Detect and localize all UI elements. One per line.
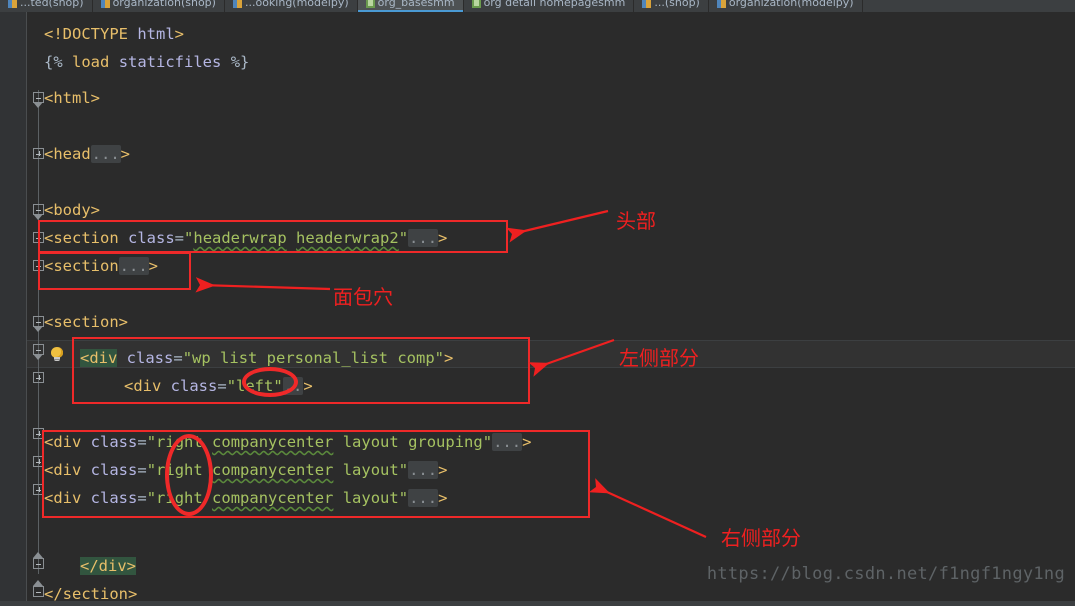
annotation-label-header: 头部	[616, 209, 656, 233]
editor-tab-bar[interactable]: ...ted(shop) organization(shop) ...ookin…	[0, 0, 1075, 12]
annotation-box-breadcrumb	[38, 252, 191, 290]
tab-label: organization(shop)	[112, 0, 216, 9]
tab-label: ...(shop)	[654, 0, 700, 9]
annotation-box-right	[42, 430, 590, 518]
watermark: https://blog.csdn.net/f1ngf1ngy1ng	[706, 564, 1065, 584]
template-file-icon	[471, 0, 481, 8]
html-file-icon	[642, 0, 652, 8]
editor-bottom-bar	[0, 601, 1075, 606]
tab-1[interactable]: organization(shop)	[93, 0, 225, 12]
html-file-icon	[716, 0, 726, 8]
annotation-ellipse-left-class	[242, 367, 298, 397]
code-line-5[interactable]: <head...>	[44, 140, 130, 168]
tab-label: ...ted(shop)	[20, 0, 84, 9]
tab-label: organization(modelpy)	[728, 0, 854, 9]
annotation-label-breadcrumb: 面包穴	[333, 285, 393, 309]
tab-label: org detail homepagesmm	[483, 0, 626, 9]
annotation-box-left	[72, 337, 530, 404]
annotation-label-left: 左侧部分	[619, 346, 699, 370]
tab-3-active[interactable]: org_basesmm	[357, 0, 464, 12]
html-file-icon	[100, 0, 110, 8]
code-line-3[interactable]: <html>	[44, 84, 100, 112]
code-line-2[interactable]: {% load staticfiles %}	[44, 48, 249, 76]
annotation-box-header	[38, 220, 508, 253]
tab-0[interactable]: ...ted(shop)	[0, 0, 93, 12]
code-line-19[interactable]: </div>	[80, 552, 136, 580]
code-line-1[interactable]: <!DOCTYPE html>	[44, 20, 184, 48]
tab-4[interactable]: org detail homepagesmm	[464, 0, 635, 12]
html-file-icon	[232, 0, 242, 8]
annotation-label-right: 右侧部分	[721, 526, 801, 550]
tab-6[interactable]: organization(modelpy)	[709, 0, 863, 12]
tab-5[interactable]: ...(shop)	[634, 0, 709, 12]
code-line-11[interactable]: <section>	[44, 308, 128, 336]
html-file-icon	[8, 0, 17, 8]
tab-label: org_basesmm	[377, 0, 455, 9]
annotation-ellipse-right-class	[165, 434, 213, 516]
tab-2[interactable]: ...ooking(modelpy)	[225, 0, 358, 12]
tab-label: ...ooking(modelpy)	[244, 0, 349, 9]
template-file-icon	[365, 0, 375, 8]
